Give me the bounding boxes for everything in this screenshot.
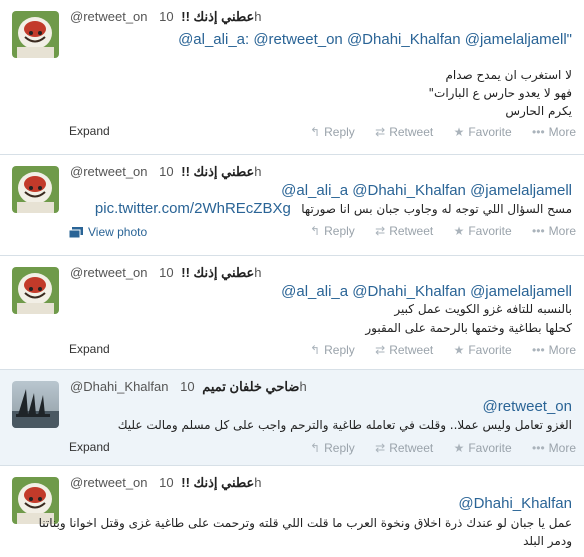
- tweet-text-line: بالنسبه للتافه غزو الكويت عمل كبير: [394, 302, 572, 316]
- ellipsis-icon: •••: [532, 224, 545, 238]
- retweet-arrows-icon: ⇄: [375, 125, 386, 139]
- favorite-button[interactable]: ★ Favorite: [454, 343, 512, 357]
- ellipsis-icon: •••: [532, 125, 545, 139]
- mention-line[interactable]: @retweet_on: [483, 398, 572, 415]
- more-button[interactable]: ••• More: [532, 125, 576, 139]
- retweet-button[interactable]: ⇄ Retweet: [375, 441, 433, 455]
- tweet-text-line: كحلها بطاغية وختمها بالرحمة على المقبور: [365, 321, 572, 335]
- tweet-actions: ↰ Reply ⇄ Retweet ★ Favorite ••• More: [293, 125, 576, 139]
- mention-line[interactable]: @Dhahi_Khalfan: [458, 495, 572, 512]
- tweet-item[interactable]: @retweet_on عطني إذنك !! 10h @al_ali_a @…: [0, 155, 584, 256]
- retweet-button[interactable]: ⇄ Retweet: [375, 224, 433, 238]
- view-photo-label: View photo: [88, 225, 148, 239]
- tweet-text-line: يكرم الحارس: [505, 104, 572, 118]
- favorite-label: Favorite: [468, 343, 512, 357]
- more-label: More: [548, 343, 576, 357]
- ellipsis-icon: •••: [532, 343, 545, 357]
- tweet-text: مسح السؤال اللي توجه له وجاوب جبان بس ان…: [301, 202, 572, 216]
- more-button[interactable]: ••• More: [532, 343, 576, 357]
- reply-button[interactable]: ↰ Reply: [310, 224, 355, 238]
- favorite-label: Favorite: [468, 224, 512, 238]
- retweet-button[interactable]: ⇄ Retweet: [375, 343, 433, 357]
- star-icon: ★: [453, 224, 465, 238]
- star-icon: ★: [453, 125, 465, 139]
- tweet-actions: ↰ Reply ⇄ Retweet ★ Favorite ••• More: [293, 441, 576, 455]
- user-name[interactable]: عطني إذنك !!: [181, 9, 254, 24]
- star-icon: ★: [453, 441, 465, 455]
- avatar[interactable]: [12, 381, 59, 428]
- tweet-actions: ↰ Reply ⇄ Retweet ★ Favorite ••• More: [293, 224, 576, 238]
- more-label: More: [548, 125, 576, 139]
- tweet-header: @retweet_on عطني إذنك !! 10h: [70, 9, 262, 25]
- reply-label: Reply: [324, 343, 355, 357]
- retweet-arrows-icon: ⇄: [375, 343, 386, 357]
- tweet-text-line: pic.twitter.com/2WhREcZBXg مسح السؤال ال…: [95, 200, 572, 218]
- tweet-item[interactable]: @Dhahi_Khalfan ضاحي خلفان تميم 10h @retw…: [0, 370, 584, 466]
- retweet-label: Retweet: [389, 343, 434, 357]
- favorite-label: Favorite: [468, 125, 512, 139]
- user-handle[interactable]: @retweet_on: [70, 265, 148, 280]
- favorite-button[interactable]: ★ Favorite: [454, 441, 512, 455]
- reply-arrow-icon: ↰: [310, 441, 321, 455]
- tweet-header: @retweet_on عطني إذنك !! 10h: [70, 475, 262, 491]
- reply-label: Reply: [324, 441, 355, 455]
- avatar[interactable]: [12, 11, 59, 58]
- mention-line[interactable]: @al_ali_a @Dhahi_Khalfan @jamelaljamell: [281, 182, 572, 199]
- retweet-arrows-icon: ⇄: [375, 224, 386, 238]
- tweet-header: @retweet_on عطني إذنك !! 10h: [70, 265, 262, 281]
- more-label: More: [548, 441, 576, 455]
- mention-line[interactable]: @al_ali_a: @retweet_on @Dhahi_Khalfan @j…: [178, 31, 572, 48]
- ellipsis-icon: •••: [532, 441, 545, 455]
- tweet-text-line: الغزو تعامل وليس عملا.. وقلت في تعامله ط…: [117, 418, 572, 432]
- retweet-arrows-icon: ⇄: [375, 441, 386, 455]
- tweet-text-line: فهو لا يعدو حارس ع البارات": [428, 86, 573, 100]
- reply-label: Reply: [324, 125, 355, 139]
- tweet-text-line: لا استغرب ان يمدح صدام: [445, 68, 572, 82]
- tweet-actions: ↰ Reply ⇄ Retweet ★ Favorite ••• More: [293, 343, 576, 357]
- reply-arrow-icon: ↰: [310, 224, 321, 238]
- more-button[interactable]: ••• More: [532, 224, 576, 238]
- view-photo-link[interactable]: View photo: [68, 225, 148, 239]
- expand-link[interactable]: Expand: [69, 440, 110, 454]
- user-handle[interactable]: @retweet_on: [70, 475, 148, 490]
- tweet-text-line: عمل يا جبان لو عندك ذرة اخلاق ونخوة العر…: [38, 516, 572, 530]
- avatar[interactable]: [12, 267, 59, 314]
- user-handle[interactable]: @retweet_on: [70, 164, 148, 179]
- tweet-item[interactable]: @retweet_on عطني إذنك !! 10h @Dhahi_Khal…: [0, 466, 584, 557]
- retweet-label: Retweet: [389, 224, 434, 238]
- expand-link[interactable]: Expand: [69, 342, 110, 356]
- retweet-label: Retweet: [389, 125, 434, 139]
- user-handle[interactable]: @Dhahi_Khalfan: [70, 379, 168, 394]
- reply-arrow-icon: ↰: [310, 343, 321, 357]
- tweet-item[interactable]: @retweet_on عطني إذنك !! 10h @al_ali_a: …: [0, 0, 584, 155]
- reply-button[interactable]: ↰ Reply: [310, 125, 355, 139]
- retweet-label: Retweet: [389, 441, 434, 455]
- user-name[interactable]: ضاحي خلفان تميم: [202, 379, 299, 394]
- user-handle[interactable]: @retweet_on: [70, 9, 148, 24]
- avatar[interactable]: [12, 166, 59, 213]
- mention-line[interactable]: @al_ali_a @Dhahi_Khalfan @jamelaljamell: [281, 283, 572, 300]
- reply-label: Reply: [324, 224, 355, 238]
- image-icon: [68, 227, 83, 239]
- star-icon: ★: [453, 343, 465, 357]
- expand-link[interactable]: Expand: [69, 124, 110, 138]
- photo-link[interactable]: pic.twitter.com/2WhREcZBXg: [95, 200, 291, 217]
- retweet-button[interactable]: ⇄ Retweet: [375, 125, 433, 139]
- reply-button[interactable]: ↰ Reply: [310, 343, 355, 357]
- more-label: More: [548, 224, 576, 238]
- reply-button[interactable]: ↰ Reply: [310, 441, 355, 455]
- favorite-button[interactable]: ★ Favorite: [454, 125, 512, 139]
- tweet-header: @retweet_on عطني إذنك !! 10h: [70, 164, 262, 180]
- tweet-item[interactable]: @retweet_on عطني إذنك !! 10h @al_ali_a @…: [0, 256, 584, 370]
- user-name[interactable]: عطني إذنك !!: [181, 164, 254, 179]
- favorite-button[interactable]: ★ Favorite: [454, 224, 512, 238]
- reply-arrow-icon: ↰: [310, 125, 321, 139]
- more-button[interactable]: ••• More: [532, 441, 576, 455]
- tweet-text-line: ودمر البلد: [523, 534, 572, 548]
- user-name[interactable]: عطني إذنك !!: [181, 475, 254, 490]
- favorite-label: Favorite: [468, 441, 512, 455]
- user-name[interactable]: عطني إذنك !!: [181, 265, 254, 280]
- tweet-header: @Dhahi_Khalfan ضاحي خلفان تميم 10h: [70, 379, 307, 395]
